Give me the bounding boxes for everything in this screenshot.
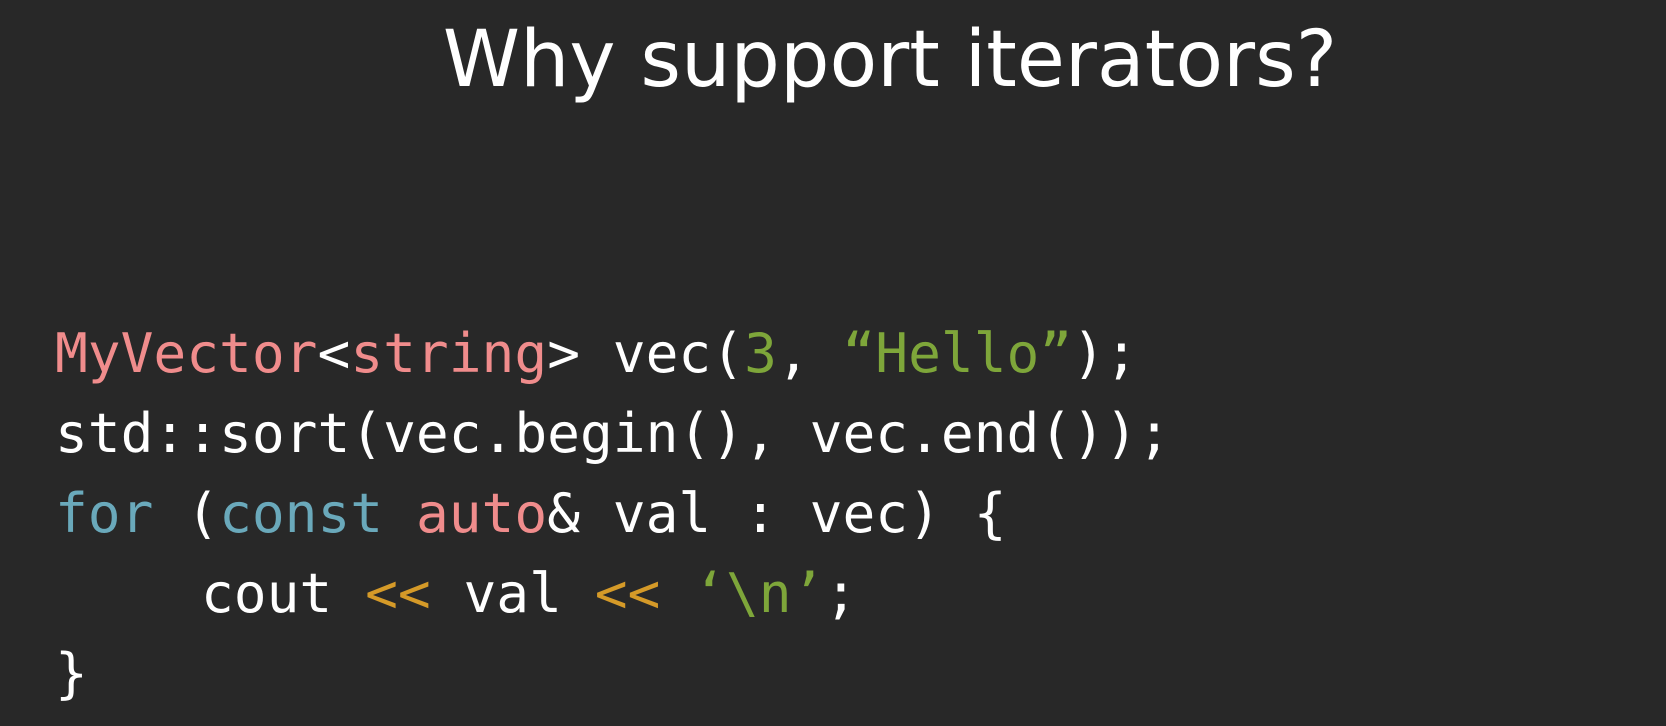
code-token-plain: ); <box>1072 321 1138 385</box>
code-token-type: auto <box>415 481 548 545</box>
code-token-plain: ( <box>153 481 220 545</box>
code-token-plain: std::sort(vec.begin(), vec.end()); <box>55 401 1171 465</box>
code-token-keyword: const <box>219 481 384 545</box>
code-token-type: string <box>350 321 548 385</box>
slide-title: Why support iterators? <box>442 15 1338 105</box>
code-line: cout << val << ‘\n’; <box>55 553 1171 633</box>
code-line: } <box>55 633 1171 713</box>
code-token-operator: << <box>365 561 431 625</box>
code-line: std::sort(vec.begin(), vec.end()); <box>55 393 1171 473</box>
code-token-literal: 3 <box>744 321 777 385</box>
code-token-plain: cout <box>201 561 366 625</box>
code-token-type: MyVector <box>55 321 318 385</box>
code-token-literal: ‘\n’ <box>693 561 825 625</box>
code-token-literal: “Hello” <box>842 321 1073 385</box>
code-token-plain: & val : vec) { <box>547 481 1007 545</box>
code-token-plain: , <box>776 321 843 385</box>
slide: Why support iterators? MyVector<string> … <box>0 0 1666 726</box>
code-token-operator: << <box>594 561 661 625</box>
code-line: for (const auto& val : vec) { <box>55 473 1171 553</box>
code-token-plain: val <box>430 561 595 625</box>
code-block: MyVector<string> vec(3, “Hello”);std::so… <box>55 313 1171 713</box>
code-token-plain: } <box>55 641 88 705</box>
code-token-plain: ; <box>824 561 858 625</box>
code-line: MyVector<string> vec(3, “Hello”); <box>55 313 1171 393</box>
code-token-plain: > vec( <box>547 321 745 385</box>
code-token-keyword: for <box>55 481 154 545</box>
code-token-plain: < <box>317 321 351 385</box>
